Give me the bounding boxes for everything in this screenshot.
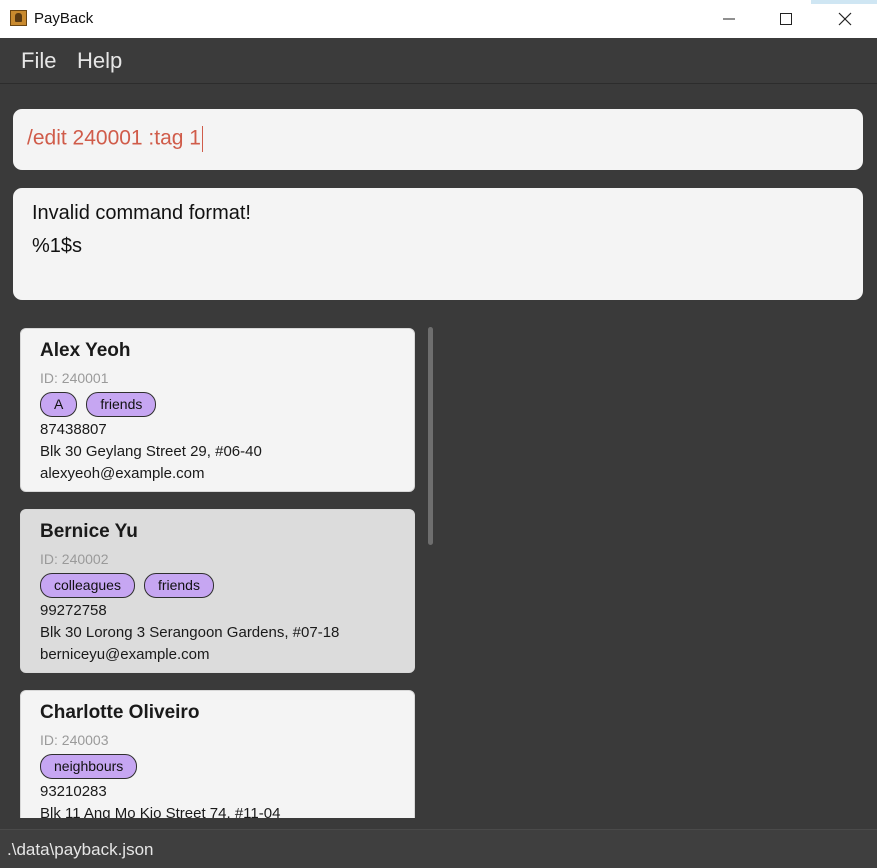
result-message: Invalid command format! [32, 202, 251, 224]
app-window: PayBack File Help /edit 240001 :tag 1 In… [0, 0, 877, 868]
tag: neighbours [40, 754, 138, 779]
minimize-icon [723, 18, 735, 20]
menu-help[interactable]: Help [77, 48, 122, 74]
person-phone: 87438807 [40, 421, 107, 438]
save-location: .\data\payback.json [7, 840, 154, 859]
tag-list: colleagues friends [40, 573, 214, 598]
person-phone: 99272758 [40, 602, 107, 619]
person-card[interactable]: Charlotte Oliveiro ID: 240003 neighbours… [20, 690, 415, 818]
text-caret [201, 126, 203, 152]
tag-list: neighbours [40, 754, 138, 779]
person-email: alexyeoh@example.com [40, 465, 205, 482]
command-input[interactable]: /edit 240001 :tag 1 [27, 126, 203, 152]
person-list[interactable]: Alex Yeoh ID: 240001 A friends 87438807 … [13, 322, 438, 818]
tag: friends [86, 392, 157, 417]
person-phone: 93210283 [40, 783, 107, 800]
command-input-text: /edit 240001 :tag 1 [27, 126, 201, 150]
person-id: ID: 240002 [40, 551, 109, 567]
person-card[interactable]: Bernice Yu ID: 240002 colleagues friends… [20, 509, 415, 673]
tag: A [40, 392, 78, 417]
menu-file[interactable]: File [21, 48, 56, 74]
title-bar: PayBack [0, 0, 877, 39]
address-book-icon [10, 10, 27, 26]
tag-list: A friends [40, 392, 157, 417]
close-icon [838, 12, 852, 26]
person-card[interactable]: Alex Yeoh ID: 240001 A friends 87438807 … [20, 328, 415, 492]
tag: friends [143, 573, 214, 598]
person-address: Blk 30 Lorong 3 Serangoon Gardens, #07-1… [40, 624, 340, 641]
result-detail: %1$s [32, 235, 83, 257]
menu-bar: File Help [0, 38, 877, 84]
command-box[interactable]: /edit 240001 :tag 1 [13, 109, 863, 170]
list-scrollbar[interactable] [428, 327, 433, 545]
tag: colleagues [40, 573, 135, 598]
maximize-icon [780, 13, 792, 25]
person-address: Blk 11 Ang Mo Kio Street 74, #11-04 [40, 805, 281, 818]
status-bar: .\data\payback.json [0, 829, 877, 868]
window-title: PayBack [34, 10, 94, 27]
result-display: Invalid command format! %1$s [13, 188, 863, 300]
person-name: Bernice Yu [40, 521, 138, 542]
close-button[interactable] [816, 0, 874, 38]
minimize-button[interactable] [700, 0, 758, 38]
person-email: berniceyu@example.com [40, 646, 210, 663]
person-id: ID: 240001 [40, 370, 109, 386]
person-name: Charlotte Oliveiro [40, 702, 200, 723]
person-id: ID: 240003 [40, 732, 109, 748]
person-name: Alex Yeoh [40, 340, 131, 361]
maximize-button[interactable] [757, 0, 815, 38]
person-address: Blk 30 Geylang Street 29, #06-40 [40, 443, 262, 460]
